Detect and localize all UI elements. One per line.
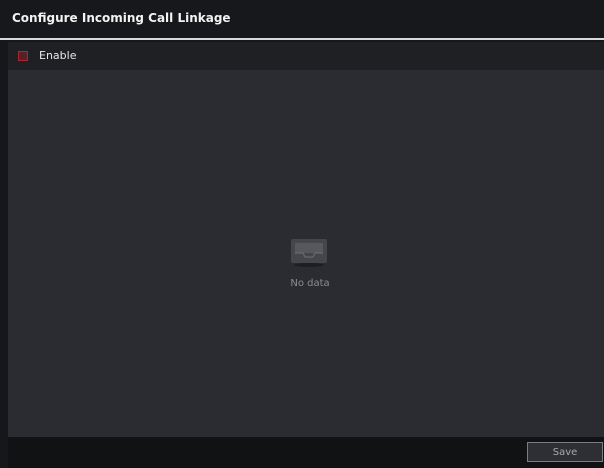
- dialog-title: Configure Incoming Call Linkage: [12, 11, 231, 25]
- empty-box-icon: [291, 239, 327, 267]
- linkage-content-area: No data: [8, 70, 604, 437]
- save-button[interactable]: Save: [527, 442, 603, 462]
- dialog-footer: Save: [8, 437, 604, 468]
- title-bar: Configure Incoming Call Linkage: [0, 0, 604, 40]
- enable-row: Enable: [8, 42, 604, 70]
- empty-state-message: No data: [290, 278, 330, 289]
- enable-label: Enable: [39, 49, 77, 62]
- incoming-call-linkage-dialog: Configure Incoming Call Linkage Enable N…: [0, 0, 604, 468]
- enable-checkbox[interactable]: [18, 51, 28, 61]
